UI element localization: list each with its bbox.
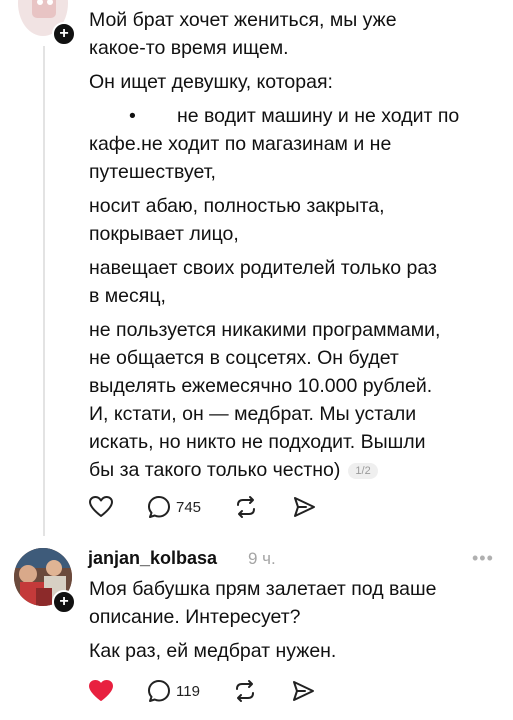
post-line: носит абаю, полностью закрыта, bbox=[89, 195, 385, 217]
post-line: искать, но никто не подходит. Вышли bbox=[89, 431, 426, 453]
post-bullet-item: • не водит машину и не ходит по bbox=[89, 102, 499, 130]
more-options-button[interactable]: ••• bbox=[472, 548, 494, 569]
repost-button[interactable] bbox=[232, 678, 258, 704]
bullet-glyph: • bbox=[129, 105, 136, 127]
heart-icon bbox=[89, 496, 113, 517]
post-line: не пользуется никакими программами, bbox=[89, 319, 441, 341]
thread-line bbox=[43, 46, 45, 536]
post-line: какое-то время ищем. bbox=[89, 37, 289, 59]
reply-body: Моя бабушка прям залетает под ваше описа… bbox=[89, 575, 499, 665]
repost-icon bbox=[235, 680, 254, 702]
like-button[interactable] bbox=[88, 495, 114, 519]
share-icon bbox=[294, 497, 316, 517]
post-line: кафе.не ходит по магазинам и не bbox=[89, 133, 392, 155]
timestamp: 9 ч. bbox=[248, 549, 276, 568]
post-actions: 745 bbox=[88, 493, 349, 521]
reply-count: 119 bbox=[176, 682, 200, 700]
follow-plus-button[interactable]: + bbox=[52, 590, 76, 614]
post-line: в месяц, bbox=[89, 285, 166, 307]
post-line: Мой брат хочет жениться, мы уже bbox=[89, 9, 397, 31]
comment-icon bbox=[148, 496, 170, 518]
post-line: бы за такого только честно) bbox=[89, 459, 341, 481]
post-line: не водит машину и не ходит по bbox=[177, 105, 460, 127]
username[interactable]: janjan_kolbasa bbox=[88, 548, 217, 569]
share-button[interactable] bbox=[291, 494, 317, 520]
like-button[interactable] bbox=[88, 679, 114, 703]
post-line: И, кстати, он — медбрат. Мы устали bbox=[89, 403, 417, 425]
heart-icon bbox=[89, 680, 113, 701]
post-line: покрывает лицо, bbox=[89, 223, 239, 245]
post-line: Он ищет девушку, которая: bbox=[89, 71, 333, 93]
post-body: Мой брат хочет жениться, мы уже какое-то… bbox=[89, 6, 499, 484]
post-last-line: бы за такого только честно) 1/2 bbox=[89, 456, 499, 484]
follow-plus-button[interactable]: + bbox=[52, 22, 76, 46]
reply-button[interactable]: 745 bbox=[146, 494, 201, 520]
post-line: навещает своих родителей только раз bbox=[89, 257, 437, 279]
comment-icon bbox=[148, 680, 170, 702]
reply-line: Как раз, ей медбрат нужен. bbox=[89, 640, 337, 662]
post-line: не общается в соцсетях. Он будет bbox=[89, 347, 399, 369]
reply-button[interactable]: 119 bbox=[146, 678, 200, 704]
reply-actions: 119 bbox=[88, 677, 348, 705]
post-line: выделять ежемесячно 10.000 рублей. bbox=[89, 375, 433, 397]
share-button[interactable] bbox=[290, 678, 316, 704]
repost-button[interactable] bbox=[233, 494, 259, 520]
post-line: путешествует, bbox=[89, 161, 216, 183]
reply-line: описание. Интересует? bbox=[89, 606, 301, 628]
share-icon bbox=[292, 681, 314, 701]
reply-count: 745 bbox=[176, 498, 202, 516]
reply-line: Моя бабушка прям залетает под ваше bbox=[89, 578, 437, 600]
repost-icon bbox=[237, 496, 256, 518]
page-indicator[interactable]: 1/2 bbox=[348, 462, 378, 479]
